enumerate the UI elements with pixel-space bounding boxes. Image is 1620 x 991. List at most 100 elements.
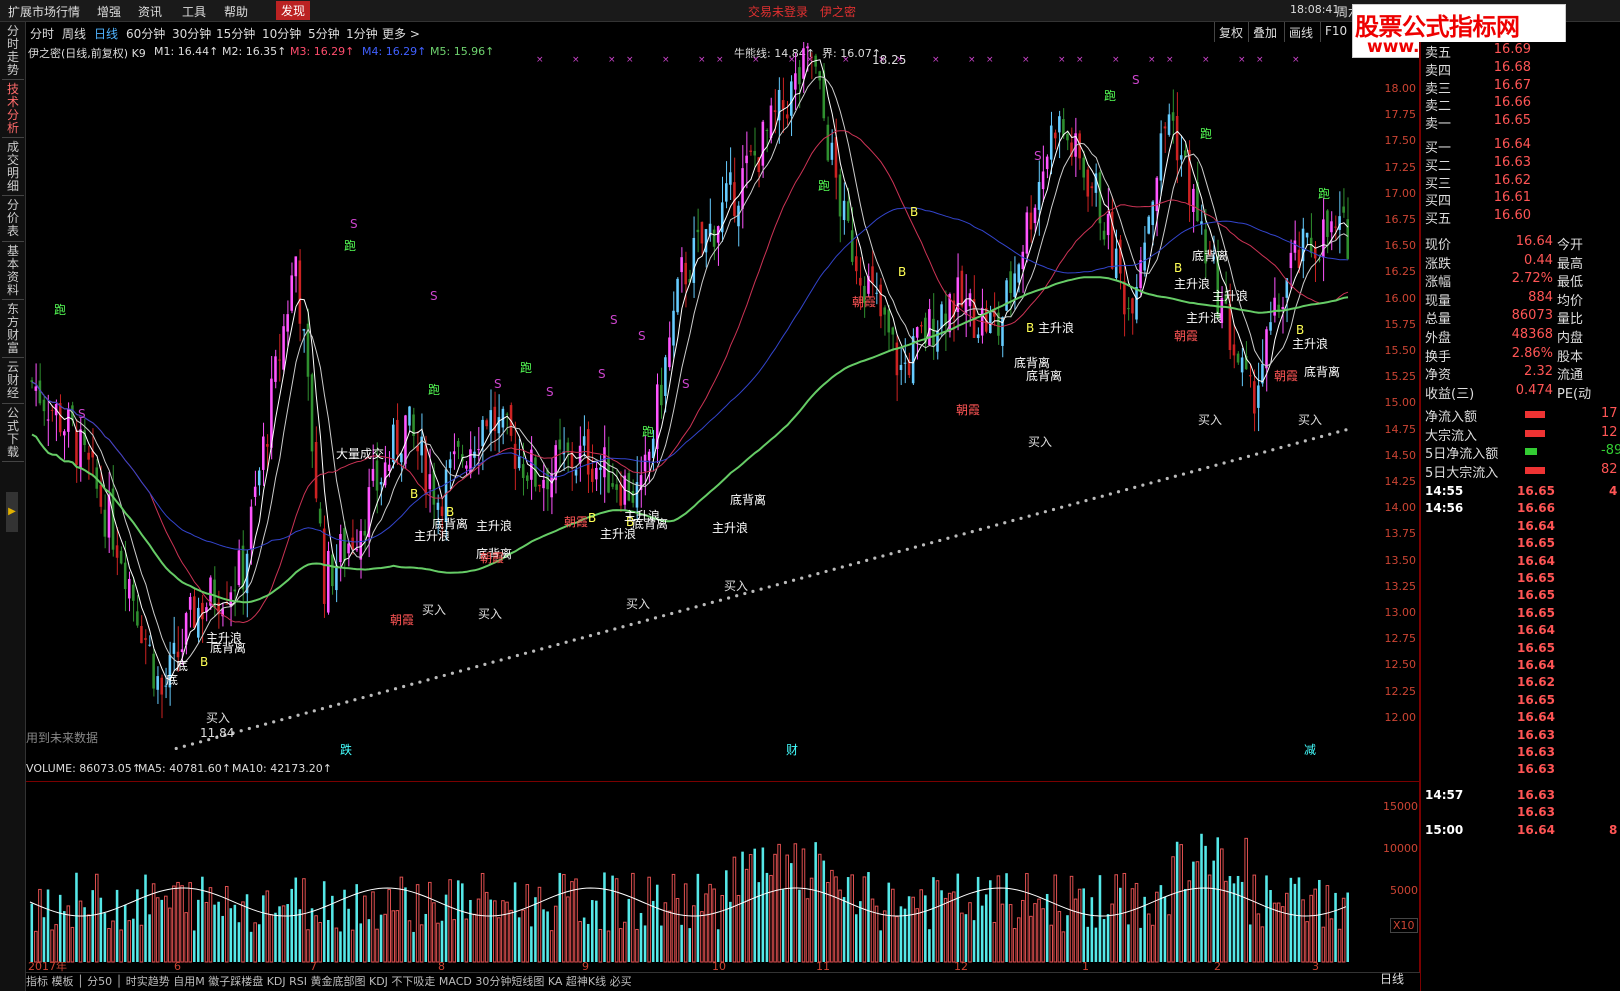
period-intraday[interactable]: 分时: [30, 25, 54, 42]
candle: [274, 356, 277, 382]
volume-bar: [343, 889, 346, 962]
tick-volume: 8: [1609, 822, 1618, 837]
candle: [237, 550, 241, 586]
login-status[interactable]: 交易未登录: [748, 3, 808, 20]
volume-bar: [476, 898, 481, 963]
tick-row: 14:55 16.65 4: [1421, 484, 1620, 502]
bull-bear-dot: [873, 556, 877, 560]
volume-bar: [54, 924, 58, 963]
period-weekly[interactable]: 周线: [62, 25, 86, 42]
volume-bar: [1309, 894, 1313, 963]
candle: [745, 155, 748, 164]
stat-label: 外盘: [1425, 331, 1452, 346]
tab-yuncaijing[interactable]: 云财经: [2, 358, 24, 404]
kline-panel[interactable]: 伊之密(日线,前复权) K9 M1: 16.44↑ M2: 16.35↑ M3:…: [26, 42, 1420, 782]
overlay-button[interactable]: 叠加: [1248, 22, 1281, 42]
menu-news[interactable]: 资讯: [138, 3, 162, 20]
bull-bear-dot: [637, 620, 641, 624]
period-5min[interactable]: 5分钟: [308, 25, 340, 42]
bull-bear-dot: [353, 698, 357, 702]
candle: [67, 408, 70, 432]
flow-row: 大宗流入 12: [1421, 425, 1620, 444]
candle: [172, 642, 176, 654]
period-more[interactable]: 更多 >: [382, 25, 420, 42]
volume-bar: [850, 874, 854, 963]
bull-bear-dot: [1100, 494, 1104, 498]
f10-button[interactable]: F10: [1320, 22, 1351, 42]
period-60min[interactable]: 60分钟: [126, 25, 165, 42]
volume-chart[interactable]: 150001000050002017年 6 7 8 9 10 11 12 1 2 3: [26, 782, 1420, 972]
volume-bar: [1012, 928, 1017, 963]
volume-bar: [1232, 883, 1236, 962]
volume-bar: [290, 888, 293, 962]
volume-panel[interactable]: VOLUME: 86073.05↑ MA5: 40781.60↑ MA10: 4…: [26, 762, 1420, 972]
volume-bar: [903, 908, 907, 962]
tab-trade-detail[interactable]: 成交明细: [2, 138, 24, 196]
period-10min[interactable]: 10分钟: [262, 25, 301, 42]
ma-line-m1: [31, 59, 1349, 681]
vol-ma10: MA10: 42173.20↑: [232, 762, 332, 775]
period-daily[interactable]: 日线: [94, 25, 118, 42]
bull-bear-dot: [239, 729, 243, 733]
tab-eastmoney[interactable]: 东方财富: [2, 300, 24, 358]
menu-enhance[interactable]: 增强: [97, 3, 121, 20]
kline-chart[interactable]: × × × × × × × × × × × × × × × × × × × × × × × × × ×18.2511.84用到未来…: [26, 42, 1420, 782]
draw-button[interactable]: 画线: [1284, 22, 1317, 42]
candle: [347, 543, 350, 554]
bull-bear-dot: [678, 609, 682, 613]
volume-bar: [1110, 903, 1114, 963]
flow-label: 5日大宗流入: [1425, 465, 1499, 481]
volume-bar: [310, 908, 314, 962]
bull-bear-dot: [775, 583, 779, 587]
price-tick: 12.00: [1384, 710, 1417, 724]
collapse-handle[interactable]: ▶: [6, 492, 18, 532]
menu-discover[interactable]: 发现: [276, 1, 311, 20]
month-label: 2017年: [28, 959, 67, 972]
candle: [363, 530, 367, 536]
fuquan-button[interactable]: 复权: [1214, 22, 1247, 42]
candle: [294, 256, 298, 277]
volume-bar: [1139, 927, 1142, 962]
tab-formula-download[interactable]: 公式下载: [2, 404, 24, 462]
candle: [635, 482, 639, 508]
bull-bear-dot: [580, 636, 584, 640]
month-label: 2: [1214, 960, 1221, 972]
tick-row: 16.63: [1421, 745, 1620, 763]
period-1min[interactable]: 1分钟: [346, 25, 378, 42]
tab-price-table[interactable]: 分价表: [2, 196, 24, 242]
volume-bar: [160, 899, 164, 962]
volume-bar: [132, 918, 135, 962]
volume-bar: [1114, 874, 1118, 963]
bull-bear-dot: [263, 722, 268, 726]
volume-bar: [469, 899, 472, 962]
candle: [802, 48, 805, 79]
volume-bar: [1000, 903, 1005, 963]
candle: [1135, 286, 1138, 320]
bull-bear-dot: [588, 634, 593, 638]
volume-bar: [1082, 888, 1085, 962]
volume-bar: [1069, 875, 1074, 963]
bull-bear-dot: [1238, 456, 1242, 461]
tab-intraday[interactable]: 分时走势: [2, 22, 24, 80]
volume-title: VOLUME: 86073.05↑: [26, 762, 141, 775]
chart-annotation: 跑: [1318, 187, 1330, 201]
bottom-indicator-tabs[interactable]: 指标 模板 │ 分50 │ 时实趋势 自用M 徽子踩楼盘 KDJ RSI 黄金底…: [26, 972, 1420, 991]
candle: [50, 409, 54, 411]
candle: [1155, 177, 1159, 212]
volume-bar: [213, 904, 216, 962]
stat-value: 2.72%: [1511, 271, 1553, 287]
period-30min[interactable]: 30分钟: [172, 25, 211, 42]
menu-extended-market[interactable]: 扩展市场行情: [8, 3, 80, 20]
menu-help[interactable]: 帮助: [224, 3, 248, 20]
volume-bar: [1167, 914, 1171, 963]
stat-label-2: PE(动: [1557, 386, 1592, 402]
tab-technical[interactable]: 技术分析: [2, 80, 24, 138]
volume-bar: [603, 872, 606, 962]
tick-row: 16.65: [1421, 588, 1620, 606]
volume-tick: 10000: [1383, 842, 1418, 855]
stat-value: 2.86%: [1511, 345, 1553, 361]
tab-fundamentals[interactable]: 基本资料: [2, 242, 24, 300]
menu-tools[interactable]: 工具: [182, 3, 206, 20]
candle: [1179, 155, 1183, 160]
period-15min[interactable]: 15分钟: [216, 25, 255, 42]
